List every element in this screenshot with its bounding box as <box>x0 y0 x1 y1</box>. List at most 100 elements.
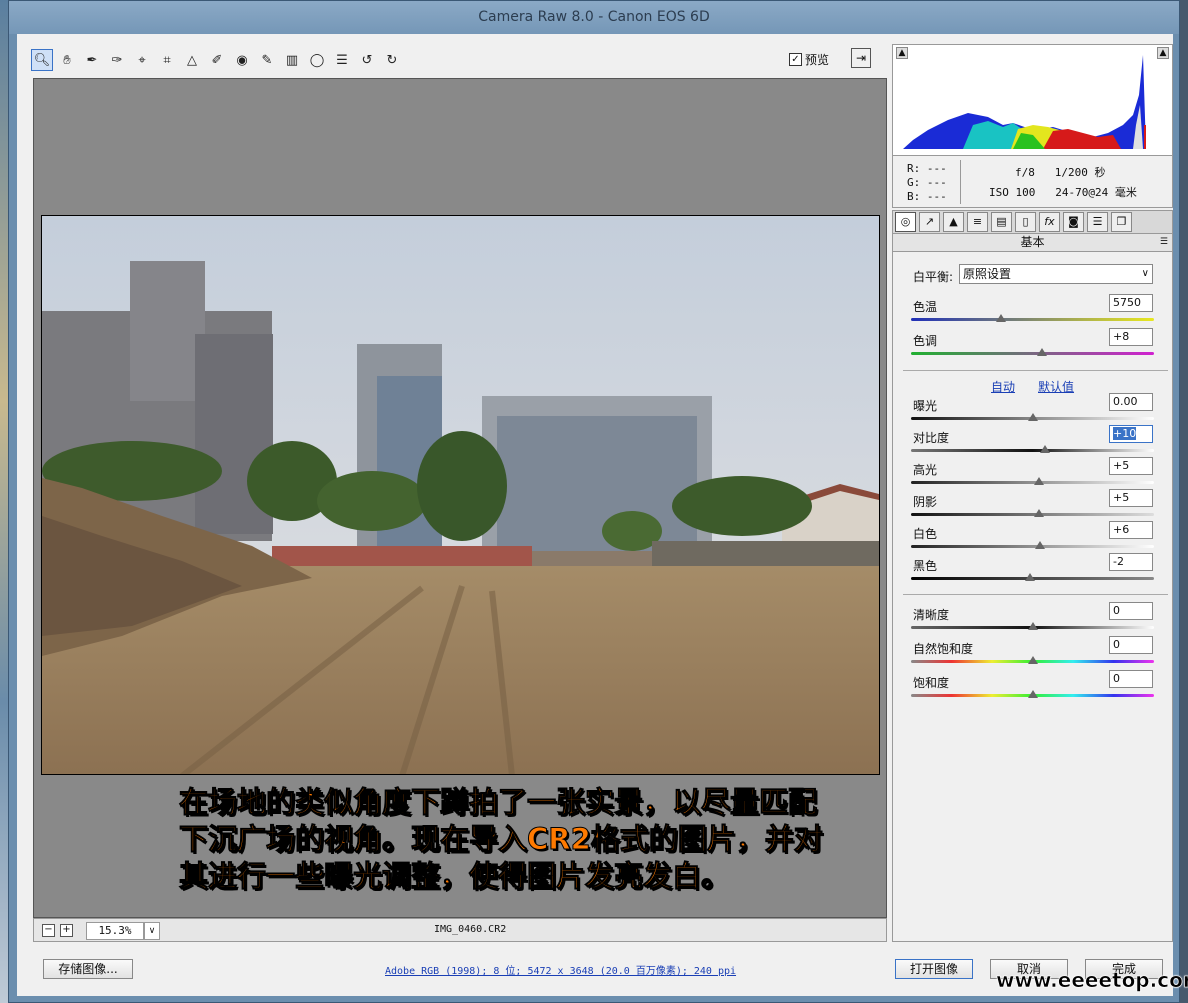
contrast-slider-track[interactable] <box>911 449 1154 452</box>
vibrance-field[interactable]: 0 <box>1109 636 1153 654</box>
camera-info: R: --- G: --- B: --- f/8 1/200 秒 ISO 100… <box>892 156 1173 208</box>
panel-menu-icon[interactable]: ☰ <box>1160 234 1168 250</box>
rgb-readout: R: --- G: --- B: --- <box>907 162 947 204</box>
tint-field[interactable]: +8 <box>1109 328 1153 346</box>
panel-title-text: 基本 <box>1020 235 1045 249</box>
zoom-dropdown-chevron-down-icon[interactable]: ∨ <box>144 922 160 940</box>
zoom-in-icon[interactable]: + <box>60 924 73 937</box>
preferences-tool-icon[interactable]: ☰ <box>331 49 353 71</box>
info-divider <box>960 160 961 204</box>
exposure-field[interactable]: 0.00 <box>1109 393 1153 411</box>
auto-link[interactable]: 自动 <box>991 378 1015 395</box>
clarity-slider-thumb[interactable] <box>1027 622 1038 630</box>
open-image-button[interactable]: 打开图像 <box>895 959 973 979</box>
tab-split-toning-icon[interactable]: ▤ <box>991 212 1012 232</box>
r-value: --- <box>926 162 947 175</box>
save-image-button[interactable]: 存储图像... <box>43 959 133 979</box>
default-link[interactable]: 默认值 <box>1038 378 1074 395</box>
g-value: --- <box>926 176 947 189</box>
tint-slider-track[interactable] <box>911 352 1154 355</box>
blacks-label: 黑色 <box>913 559 938 573</box>
color-sampler-tool-icon[interactable]: ✑ <box>106 49 128 71</box>
blacks-field[interactable]: -2 <box>1109 553 1153 571</box>
blacks-slider-thumb[interactable] <box>1025 573 1036 581</box>
spot-removal-tool-icon[interactable]: ✐ <box>206 49 228 71</box>
saturation-label: 饱和度 <box>913 676 950 690</box>
clarity-field[interactable]: 0 <box>1109 602 1153 620</box>
whites-slider-thumb[interactable] <box>1034 541 1045 549</box>
saturation-slider-thumb[interactable] <box>1027 690 1038 698</box>
shadows-field[interactable]: +5 <box>1109 489 1153 507</box>
tab-lens-corrections-icon[interactable]: ▯ <box>1015 212 1036 232</box>
filename-label: IMG_0460.CR2 <box>434 924 507 935</box>
r-label: R: <box>907 162 921 175</box>
hand-tool-icon[interactable]: ✋︎ <box>56 49 78 71</box>
tab-presets-icon[interactable]: ☰ <box>1087 212 1108 232</box>
white-balance-label: 白平衡: <box>913 270 954 284</box>
rotate-cw-icon[interactable]: ↻ <box>381 49 403 71</box>
tab-hsl-icon[interactable]: ≡ <box>967 212 988 232</box>
exposure-info: f/8 1/200 秒 <box>1015 164 1106 180</box>
contrast-field[interactable]: +10 <box>1109 425 1153 443</box>
tab-snapshots-icon[interactable]: ❐ <box>1111 212 1132 232</box>
shadows-slider-thumb[interactable] <box>1033 509 1044 517</box>
zoom-tool-icon[interactable]: 🔍︎ <box>31 49 53 71</box>
targeted-adjustment-tool-icon[interactable]: ⌖ <box>131 49 153 71</box>
rotate-ccw-icon[interactable]: ↺ <box>356 49 378 71</box>
lens-info: ISO 100 24-70@24 毫米 <box>989 184 1137 200</box>
panel-title: 基本 ☰ <box>892 234 1173 252</box>
white-balance-value: 原照设置 <box>963 267 1012 281</box>
zoom-out-icon[interactable]: − <box>42 924 55 937</box>
tab-basic-aperture-icon[interactable]: ◎ <box>895 212 916 232</box>
shutter-speed: 1/200 秒 <box>1054 166 1106 179</box>
saturation-field[interactable]: 0 <box>1109 670 1153 688</box>
adjustment-brush-tool-icon[interactable]: ✎ <box>256 49 278 71</box>
watermark-text: www.eeeetop.com <box>996 968 1188 993</box>
graduated-filter-tool-icon[interactable]: ▥ <box>281 49 303 71</box>
toolbar: 🔍︎ ✋︎ ✒ ✑ ⌖ ⌗ △ ✐ ◉ ✎ ▥ ◯ ☰ ↺ ↻ <box>31 45 881 75</box>
whites-field[interactable]: +6 <box>1109 521 1153 539</box>
highlights-field[interactable]: +5 <box>1109 457 1153 475</box>
preview-checkbox[interactable]: ✓ 预览 <box>789 51 829 68</box>
tab-tone-curve-icon[interactable]: ↗ <box>919 212 940 232</box>
section-divider <box>903 594 1168 595</box>
straighten-tool-icon[interactable]: △ <box>181 49 203 71</box>
contrast-label: 对比度 <box>913 431 950 445</box>
section-divider <box>903 370 1168 371</box>
preview-check-icon[interactable]: ✓ <box>789 53 802 66</box>
shadows-slider-track[interactable] <box>911 513 1154 516</box>
crop-tool-icon[interactable]: ⌗ <box>156 49 178 71</box>
shadow-clipping-warning-icon[interactable]: ▲ <box>896 47 908 59</box>
exposure-slider-thumb[interactable] <box>1027 413 1038 421</box>
tint-slider-thumb[interactable] <box>1037 348 1048 356</box>
panel-tabs: ◎ ↗ ▲ ≡ ▤ ▯ fx ◙ ☰ ❐ <box>892 210 1173 234</box>
chevron-down-icon: ∨ <box>1141 268 1149 279</box>
window-title[interactable]: Camera Raw 8.0 - Canon EOS 6D <box>9 1 1179 34</box>
radial-filter-tool-icon[interactable]: ◯ <box>306 49 328 71</box>
contrast-slider-thumb[interactable] <box>1039 445 1050 453</box>
histogram: ▲ ▲ <box>892 44 1173 156</box>
highlights-slider-track[interactable] <box>911 481 1154 484</box>
temp-slider-thumb[interactable] <box>995 314 1006 322</box>
highlights-slider-thumb[interactable] <box>1033 477 1044 485</box>
white-balance-tool-icon[interactable]: ✒ <box>81 49 103 71</box>
workflow-options-link[interactable]: Adobe RGB (1998); 8 位; 5472 x 3648 (20.0… <box>385 962 736 977</box>
red-eye-tool-icon[interactable]: ◉ <box>231 49 253 71</box>
temp-field[interactable]: 5750 <box>1109 294 1153 312</box>
vibrance-slider-thumb[interactable] <box>1027 656 1038 664</box>
fullscreen-toggle-icon[interactable]: ⇥ <box>851 48 871 68</box>
whites-slider-track[interactable] <box>911 545 1154 548</box>
tab-detail-mountain-icon[interactable]: ▲ <box>943 212 964 232</box>
b-value: --- <box>926 190 947 203</box>
preview-label: 预览 <box>805 53 830 67</box>
zoom-level-field[interactable]: 15.3% <box>86 922 144 940</box>
tab-camera-calibration-icon[interactable]: ◙ <box>1063 212 1084 232</box>
camera-raw-window: Camera Raw 8.0 - Canon EOS 6D 🔍︎ ✋︎ ✒ ✑ … <box>8 0 1180 1003</box>
temp-slider-track[interactable] <box>911 318 1154 321</box>
lens: 24-70@24 毫米 <box>1055 186 1137 199</box>
highlights-label: 高光 <box>913 463 938 477</box>
white-balance-select[interactable]: 原照设置 ∨ <box>959 264 1153 284</box>
highlight-clipping-warning-icon[interactable]: ▲ <box>1157 47 1169 59</box>
zoom-bar: − + 15.3% ∨ IMG_0460.CR2 <box>33 918 887 942</box>
tab-effects-fx-icon[interactable]: fx <box>1039 212 1060 232</box>
